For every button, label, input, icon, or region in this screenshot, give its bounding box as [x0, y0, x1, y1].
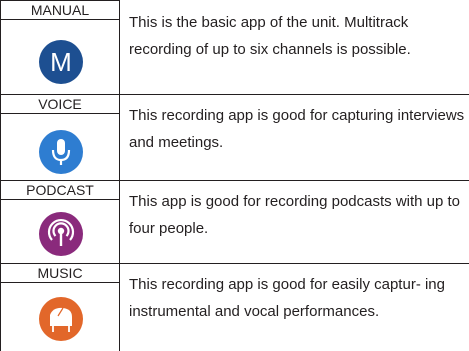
icon-cell-podcast: [0, 200, 120, 263]
app-description-manual: This is the basic app of the unit. Multi…: [129, 14, 411, 58]
app-description-voice: This recording app is good for capturing…: [129, 107, 465, 151]
app-row-music: MUSIC This recording app is good for eas…: [0, 263, 469, 351]
podcast-broadcast-icon: [39, 212, 83, 256]
app-row-voice: VOICE This recording app is good for cap…: [0, 94, 469, 180]
recording-apps-table: MANUAL M This is the basic app of the un…: [0, 0, 469, 351]
icon-cell-voice: [0, 114, 120, 180]
app-description-music: This recording app is good for easily ca…: [129, 276, 445, 320]
app-row-manual: MANUAL M This is the basic app of the un…: [0, 0, 469, 94]
app-row-podcast: PODCAST This app is good for recording p…: [0, 180, 469, 263]
microphone-icon: [39, 130, 83, 174]
icon-cell-music: [0, 283, 120, 351]
app-label-manual: MANUAL: [0, 0, 120, 20]
app-label-podcast: PODCAST: [0, 180, 120, 200]
app-label-voice: VOICE: [0, 94, 120, 114]
app-label-music: MUSIC: [0, 263, 120, 283]
svg-text:M: M: [50, 47, 72, 77]
letter-m-icon: M: [39, 40, 83, 84]
icon-cell-manual: M: [0, 20, 120, 94]
app-description-podcast: This app is good for recording podcasts …: [129, 193, 461, 237]
grand-piano-icon: [39, 297, 83, 341]
